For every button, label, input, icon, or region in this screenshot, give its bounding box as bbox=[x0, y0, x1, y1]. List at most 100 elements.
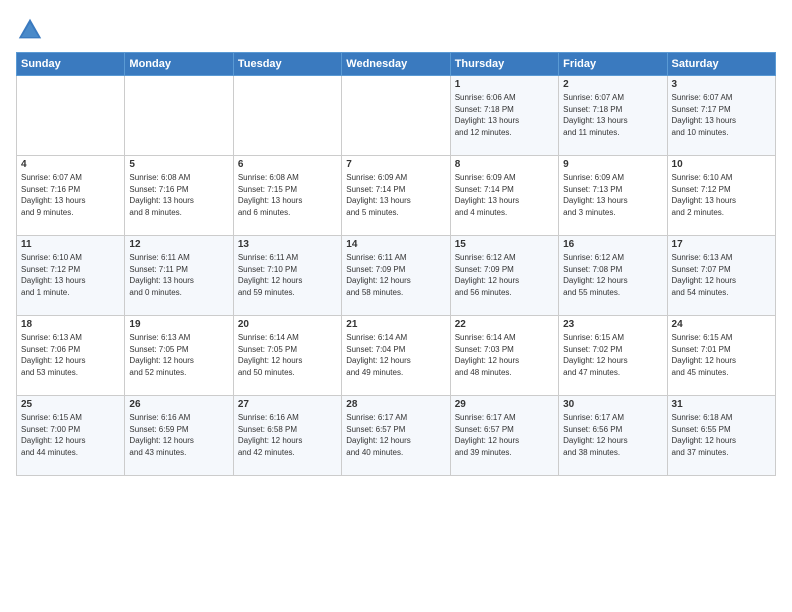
day-info: Sunrise: 6:10 AM Sunset: 7:12 PM Dayligh… bbox=[21, 252, 120, 298]
day-cell: 27 Sunrise: 6:16 AM Sunset: 6:58 PM Dayli… bbox=[233, 396, 341, 476]
day-info: Sunrise: 6:09 AM Sunset: 7:14 PM Dayligh… bbox=[346, 172, 445, 218]
day-cell: 3 Sunrise: 6:07 AM Sunset: 7:17 PM Daylig… bbox=[667, 76, 775, 156]
day-info: Sunrise: 6:07 AM Sunset: 7:18 PM Dayligh… bbox=[563, 92, 662, 138]
day-number: 14 bbox=[346, 239, 445, 250]
week-row-5: 25 Sunrise: 6:15 AM Sunset: 7:00 PM Dayli… bbox=[17, 396, 776, 476]
calendar-table: SundayMondayTuesdayWednesdayThursdayFrid… bbox=[16, 52, 776, 476]
day-number: 13 bbox=[238, 239, 337, 250]
col-header-saturday: Saturday bbox=[667, 53, 775, 76]
day-number: 11 bbox=[21, 239, 120, 250]
day-info: Sunrise: 6:15 AM Sunset: 7:01 PM Dayligh… bbox=[672, 332, 771, 378]
day-cell: 7 Sunrise: 6:09 AM Sunset: 7:14 PM Daylig… bbox=[342, 156, 450, 236]
day-cell: 22Sunrise: 6:14 AM Sunset: 7:03 PM Dayli… bbox=[450, 316, 558, 396]
day-cell bbox=[17, 76, 125, 156]
day-number: 15 bbox=[455, 239, 554, 250]
day-info: Sunrise: 6:17 AM Sunset: 6:57 PM Dayligh… bbox=[346, 412, 445, 458]
day-cell: 21 Sunrise: 6:14 AM Sunset: 7:04 PM Dayli… bbox=[342, 316, 450, 396]
day-info: Sunrise: 6:13 AM Sunset: 7:07 PM Dayligh… bbox=[672, 252, 771, 298]
day-number: 31 bbox=[672, 399, 771, 410]
day-info: Sunrise: 6:14 AM Sunset: 7:05 PM Dayligh… bbox=[238, 332, 337, 378]
header-row: SundayMondayTuesdayWednesdayThursdayFrid… bbox=[17, 53, 776, 76]
day-cell: 16 Sunrise: 6:12 AM Sunset: 7:08 PM Dayli… bbox=[559, 236, 667, 316]
day-info: Sunrise: 6:13 AM Sunset: 7:06 PM Dayligh… bbox=[21, 332, 120, 378]
day-cell: 1 Sunrise: 6:06 AM Sunset: 7:18 PM Daylig… bbox=[450, 76, 558, 156]
day-number: 24 bbox=[672, 319, 771, 330]
day-cell: 11 Sunrise: 6:10 AM Sunset: 7:12 PM Dayli… bbox=[17, 236, 125, 316]
logo bbox=[16, 16, 48, 44]
day-cell: 30 Sunrise: 6:17 AM Sunset: 6:56 PM Dayli… bbox=[559, 396, 667, 476]
day-number: 17 bbox=[672, 239, 771, 250]
day-info: Sunrise: 6:13 AM Sunset: 7:05 PM Dayligh… bbox=[129, 332, 228, 378]
day-info: Sunrise: 6:12 AM Sunset: 7:08 PM Dayligh… bbox=[563, 252, 662, 298]
day-number: 1 bbox=[455, 79, 554, 90]
day-cell: 31 Sunrise: 6:18 AM Sunset: 6:55 PM Dayli… bbox=[667, 396, 775, 476]
day-info: Sunrise: 6:10 AM Sunset: 7:12 PM Dayligh… bbox=[672, 172, 771, 218]
day-cell bbox=[233, 76, 341, 156]
day-number: 28 bbox=[346, 399, 445, 410]
day-number: 26 bbox=[129, 399, 228, 410]
day-number: 27 bbox=[238, 399, 337, 410]
col-header-friday: Friday bbox=[559, 53, 667, 76]
day-number: 12 bbox=[129, 239, 228, 250]
day-number: 20 bbox=[238, 319, 337, 330]
col-header-tuesday: Tuesday bbox=[233, 53, 341, 76]
col-header-monday: Monday bbox=[125, 53, 233, 76]
day-info: Sunrise: 6:08 AM Sunset: 7:16 PM Dayligh… bbox=[129, 172, 228, 218]
day-number: 25 bbox=[21, 399, 120, 410]
day-cell: 25 Sunrise: 6:15 AM Sunset: 7:00 PM Dayli… bbox=[17, 396, 125, 476]
day-number: 8 bbox=[455, 159, 554, 170]
day-info: Sunrise: 6:11 AM Sunset: 7:09 PM Dayligh… bbox=[346, 252, 445, 298]
day-cell: 4 Sunrise: 6:07 AM Sunset: 7:16 PM Daylig… bbox=[17, 156, 125, 236]
day-number: 6 bbox=[238, 159, 337, 170]
day-info: Sunrise: 6:12 AM Sunset: 7:09 PM Dayligh… bbox=[455, 252, 554, 298]
day-info: Sunrise: 6:06 AM Sunset: 7:18 PM Dayligh… bbox=[455, 92, 554, 138]
day-cell: 23 Sunrise: 6:15 AM Sunset: 7:02 PM Dayli… bbox=[559, 316, 667, 396]
day-cell: 19 Sunrise: 6:13 AM Sunset: 7:05 PM Dayli… bbox=[125, 316, 233, 396]
day-cell: 6Sunrise: 6:08 AM Sunset: 7:15 PM Daylig… bbox=[233, 156, 341, 236]
day-cell: 28 Sunrise: 6:17 AM Sunset: 6:57 PM Dayli… bbox=[342, 396, 450, 476]
day-number: 23 bbox=[563, 319, 662, 330]
day-info: Sunrise: 6:15 AM Sunset: 7:00 PM Dayligh… bbox=[21, 412, 120, 458]
day-info: Sunrise: 6:09 AM Sunset: 7:14 PM Dayligh… bbox=[455, 172, 554, 218]
day-number: 3 bbox=[672, 79, 771, 90]
day-cell: 10 Sunrise: 6:10 AM Sunset: 7:12 PM Dayli… bbox=[667, 156, 775, 236]
day-number: 2 bbox=[563, 79, 662, 90]
header bbox=[16, 16, 776, 44]
day-info: Sunrise: 6:07 AM Sunset: 7:17 PM Dayligh… bbox=[672, 92, 771, 138]
day-cell: 8 Sunrise: 6:09 AM Sunset: 7:14 PM Daylig… bbox=[450, 156, 558, 236]
day-info: Sunrise: 6:17 AM Sunset: 6:56 PM Dayligh… bbox=[563, 412, 662, 458]
day-cell: 2 Sunrise: 6:07 AM Sunset: 7:18 PM Daylig… bbox=[559, 76, 667, 156]
day-cell: 24 Sunrise: 6:15 AM Sunset: 7:01 PM Dayli… bbox=[667, 316, 775, 396]
day-number: 5 bbox=[129, 159, 228, 170]
day-info: Sunrise: 6:16 AM Sunset: 6:59 PM Dayligh… bbox=[129, 412, 228, 458]
day-cell: 20 Sunrise: 6:14 AM Sunset: 7:05 PM Dayli… bbox=[233, 316, 341, 396]
day-info: Sunrise: 6:14 AM Sunset: 7:04 PM Dayligh… bbox=[346, 332, 445, 378]
day-number: 7 bbox=[346, 159, 445, 170]
week-row-3: 11 Sunrise: 6:10 AM Sunset: 7:12 PM Dayli… bbox=[17, 236, 776, 316]
day-info: Sunrise: 6:11 AM Sunset: 7:11 PM Dayligh… bbox=[129, 252, 228, 298]
day-number: 4 bbox=[21, 159, 120, 170]
page: SundayMondayTuesdayWednesdayThursdayFrid… bbox=[0, 0, 792, 612]
day-number: 10 bbox=[672, 159, 771, 170]
week-row-4: 18 Sunrise: 6:13 AM Sunset: 7:06 PM Dayli… bbox=[17, 316, 776, 396]
week-row-1: 1 Sunrise: 6:06 AM Sunset: 7:18 PM Daylig… bbox=[17, 76, 776, 156]
day-info: Sunrise: 6:17 AM Sunset: 6:57 PM Dayligh… bbox=[455, 412, 554, 458]
day-cell: 12 Sunrise: 6:11 AM Sunset: 7:11 PM Dayli… bbox=[125, 236, 233, 316]
day-cell: 13Sunrise: 6:11 AM Sunset: 7:10 PM Dayli… bbox=[233, 236, 341, 316]
day-cell: 18 Sunrise: 6:13 AM Sunset: 7:06 PM Dayli… bbox=[17, 316, 125, 396]
day-cell bbox=[125, 76, 233, 156]
day-cell: 14 Sunrise: 6:11 AM Sunset: 7:09 PM Dayli… bbox=[342, 236, 450, 316]
day-info: Sunrise: 6:15 AM Sunset: 7:02 PM Dayligh… bbox=[563, 332, 662, 378]
day-number: 18 bbox=[21, 319, 120, 330]
day-number: 19 bbox=[129, 319, 228, 330]
day-number: 30 bbox=[563, 399, 662, 410]
day-info: Sunrise: 6:16 AM Sunset: 6:58 PM Dayligh… bbox=[238, 412, 337, 458]
day-info: Sunrise: 6:18 AM Sunset: 6:55 PM Dayligh… bbox=[672, 412, 771, 458]
day-cell: 17 Sunrise: 6:13 AM Sunset: 7:07 PM Dayli… bbox=[667, 236, 775, 316]
day-info: Sunrise: 6:07 AM Sunset: 7:16 PM Dayligh… bbox=[21, 172, 120, 218]
day-number: 21 bbox=[346, 319, 445, 330]
day-cell: 5 Sunrise: 6:08 AM Sunset: 7:16 PM Daylig… bbox=[125, 156, 233, 236]
day-number: 29 bbox=[455, 399, 554, 410]
logo-icon bbox=[16, 16, 44, 44]
day-number: 16 bbox=[563, 239, 662, 250]
